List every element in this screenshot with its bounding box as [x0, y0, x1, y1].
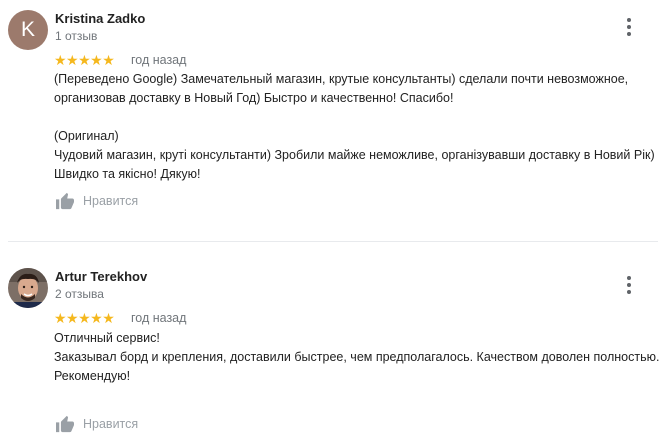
- review-text: Отличный сервис! Заказывал борд и крепле…: [54, 329, 660, 386]
- more-options-button[interactable]: [622, 276, 636, 294]
- thumb-up-icon: [56, 192, 74, 210]
- review-count[interactable]: 1 отзыв: [55, 29, 97, 43]
- review-text-translated: (Переведено Google) Замечательный магази…: [54, 72, 629, 105]
- review-time: год назад: [131, 53, 187, 67]
- more-vert-icon: [627, 276, 631, 280]
- like-button[interactable]: Нравится: [55, 415, 138, 433]
- star-rating: ★★★★★: [54, 52, 115, 68]
- author-name[interactable]: Kristina Zadko: [55, 11, 145, 26]
- avatar-photo: [8, 268, 48, 308]
- more-options-button[interactable]: [622, 18, 636, 36]
- author-name[interactable]: Artur Terekhov: [55, 269, 147, 284]
- thumb-up-icon: [56, 415, 74, 433]
- more-vert-icon: [627, 18, 631, 22]
- like-label: Нравится: [83, 194, 139, 208]
- review-card: Artur Terekhov 2 отзыва ★★★★★ год назад …: [0, 258, 666, 444]
- review-original-label: (Оригинал): [54, 129, 119, 143]
- star-rating: ★★★★★: [54, 310, 115, 326]
- like-label: Нравится: [83, 417, 139, 431]
- like-button[interactable]: Нравится: [55, 192, 138, 210]
- review-text-body: Отличный сервис! Заказывал борд и крепле…: [54, 331, 660, 383]
- review-card: K Kristina Zadko 1 отзыв ★★★★★ год назад…: [0, 0, 666, 242]
- review-count[interactable]: 2 отзыва: [55, 287, 104, 301]
- divider: [8, 241, 658, 242]
- avatar[interactable]: [8, 268, 48, 308]
- review-text-original: Чудовий магазин, круті консультанти) Зро…: [54, 148, 655, 181]
- avatar[interactable]: K: [8, 10, 48, 50]
- review-text: (Переведено Google) Замечательный магази…: [54, 70, 660, 184]
- review-time: год назад: [131, 311, 187, 325]
